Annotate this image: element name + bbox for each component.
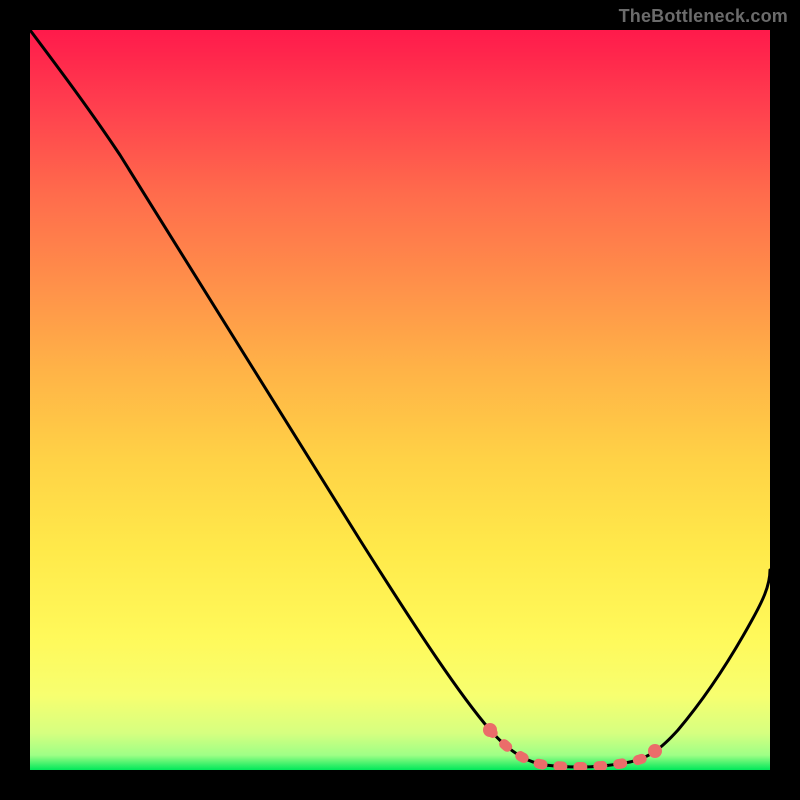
bottleneck-curve-line	[30, 30, 770, 767]
optimal-range-start-icon	[483, 723, 497, 737]
watermark-text: TheBottleneck.com	[619, 6, 788, 27]
curve-svg	[30, 30, 770, 770]
optimal-range-end-icon	[648, 744, 662, 758]
chart-frame: TheBottleneck.com	[0, 0, 800, 800]
plot-area	[30, 30, 770, 770]
